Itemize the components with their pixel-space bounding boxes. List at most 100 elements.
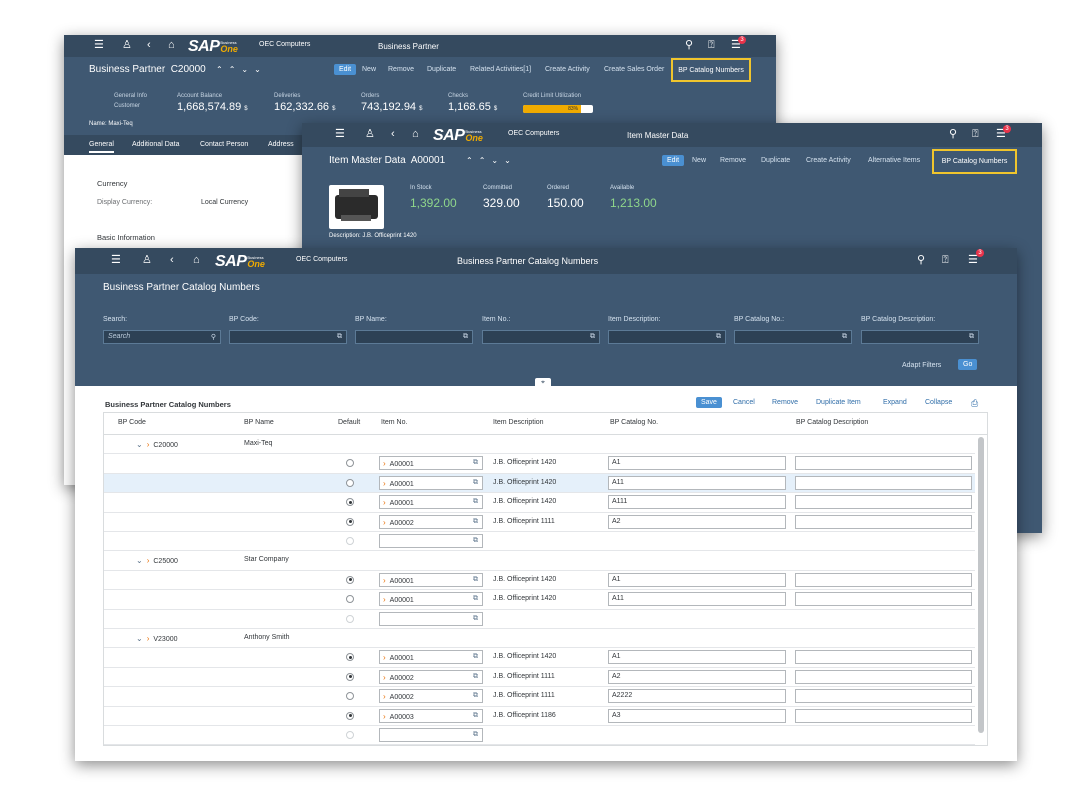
tab-contact-person[interactable]: Contact Person xyxy=(200,141,248,148)
bp-catalog-description-input[interactable] xyxy=(795,572,972,587)
related-activities-button[interactable]: Related Activities[1] xyxy=(470,66,531,73)
value-help-icon[interactable]: ⧉ xyxy=(590,333,595,341)
default-radio[interactable] xyxy=(346,595,354,604)
bp-catalog-no-input[interactable]: A2 xyxy=(608,669,786,684)
bp-catalog-description-input[interactable] xyxy=(795,495,972,510)
create-activity-button[interactable]: Create Activity xyxy=(545,66,590,73)
bp-catalog-no-input[interactable]: A1 xyxy=(608,650,786,665)
item-no-input[interactable]: ⧉ xyxy=(379,611,483,626)
item-no-input[interactable]: › A00001 ⧉ xyxy=(379,650,483,665)
value-help-icon[interactable]: ⧉ xyxy=(473,673,478,681)
filter-input[interactable]: ⧉ xyxy=(229,330,347,344)
tab-general[interactable]: General xyxy=(89,141,114,153)
new-button[interactable]: New xyxy=(362,66,376,73)
table-row[interactable]: › A00001 ⧉ J.B. Officeprint 1420 A1 xyxy=(104,454,975,474)
filter-input[interactable]: ⧉ xyxy=(355,330,473,344)
alternative-items-button[interactable]: Alternative Items xyxy=(868,157,920,164)
value-help-icon[interactable]: ⧉ xyxy=(473,692,478,700)
go-button[interactable]: Go xyxy=(958,359,978,370)
nav-arrows[interactable]: ⌃⌃⌄⌄ xyxy=(466,156,517,165)
value-help-icon[interactable]: ⧉ xyxy=(473,479,478,487)
bp-catalog-numbers-button[interactable]: BP Catalog Numbers xyxy=(932,149,1017,174)
remove-button[interactable]: Remove xyxy=(388,66,414,73)
bp-catalog-numbers-button[interactable]: BP Catalog Numbers xyxy=(671,58,751,82)
navigate-icon[interactable]: › xyxy=(383,595,386,604)
duplicate-button[interactable]: Duplicate xyxy=(761,157,790,164)
user-icon[interactable]: ♙ xyxy=(142,255,152,266)
value-help-icon[interactable]: ⧉ xyxy=(842,333,847,341)
col-item-no[interactable]: Item No. xyxy=(381,419,407,426)
table-row[interactable]: ⧉ xyxy=(104,726,975,745)
item-no-input[interactable]: › A00001 ⧉ xyxy=(379,592,483,607)
bp-catalog-no-input[interactable]: A2 xyxy=(608,514,786,529)
expand-icon[interactable]: ⌄ xyxy=(136,440,143,449)
back-icon[interactable]: ‹ xyxy=(147,40,151,51)
new-button[interactable]: New xyxy=(692,157,706,164)
home-icon[interactable]: ⌂ xyxy=(168,40,175,51)
col-default[interactable]: Default xyxy=(338,419,360,426)
edit-button[interactable]: Edit xyxy=(662,155,685,166)
table-row[interactable]: › A00003 ⧉ J.B. Officeprint 1186 A3 xyxy=(104,707,975,726)
create-activity-button[interactable]: Create Activity xyxy=(806,157,851,164)
value-help-icon[interactable]: ⧉ xyxy=(473,518,478,526)
value-help-icon[interactable]: ⧉ xyxy=(473,595,478,603)
notifications-icon[interactable]: ☰ xyxy=(968,255,978,266)
tab-additional-data[interactable]: Additional Data xyxy=(132,141,179,148)
item-no-input[interactable]: › A00003 ⧉ xyxy=(379,708,483,723)
home-icon[interactable]: ⌂ xyxy=(412,129,419,140)
table-row[interactable]: › A00002 ⧉ J.B. Officeprint 1111 A2222 xyxy=(104,687,975,707)
navigate-icon[interactable]: › xyxy=(383,576,386,585)
expand-button[interactable]: Expand xyxy=(883,399,907,406)
table-row[interactable]: › A00002 ⧉ J.B. Officeprint 1111 A2 xyxy=(104,668,975,688)
group-row[interactable]: ⌄ › V23000 Anthony Smith xyxy=(104,629,975,649)
bp-catalog-description-input[interactable] xyxy=(795,650,972,665)
bp-catalog-description-input[interactable] xyxy=(795,456,972,471)
item-no-input[interactable]: ⧉ xyxy=(379,728,483,742)
help-icon[interactable]: ⍰ xyxy=(972,129,979,140)
bp-catalog-description-input[interactable] xyxy=(795,592,972,607)
filter-input[interactable]: ⧉ xyxy=(734,330,852,344)
item-no-input[interactable]: › A00002 ⧉ xyxy=(379,514,483,529)
default-radio[interactable] xyxy=(346,517,354,526)
item-no-input[interactable]: › A00001 ⧉ xyxy=(379,456,483,471)
duplicate-item-button[interactable]: Duplicate Item xyxy=(816,399,861,406)
table-settings-icon[interactable]: ⎙ xyxy=(971,398,978,409)
table-row[interactable]: › A00001 ⧉ J.B. Officeprint 1420 A111 xyxy=(104,493,975,513)
value-help-icon[interactable]: ⧉ xyxy=(473,615,478,623)
nav-arrows[interactable]: ⌃⌃⌄⌄ xyxy=(216,65,267,74)
remove-button[interactable]: Remove xyxy=(720,157,746,164)
item-no-input[interactable]: › A00001 ⧉ xyxy=(379,572,483,587)
back-icon[interactable]: ‹ xyxy=(391,129,395,140)
value-help-icon[interactable]: ⧉ xyxy=(337,333,342,341)
table-row[interactable]: › A00001 ⧉ J.B. Officeprint 1420 A11 xyxy=(104,590,975,610)
help-icon[interactable]: ⍰ xyxy=(942,255,949,266)
group-row[interactable]: ⌄ › C20000 Maxi-Teq xyxy=(104,435,975,455)
item-no-input[interactable]: › A00001 ⧉ xyxy=(379,495,483,510)
cancel-button[interactable]: Cancel xyxy=(733,399,755,406)
filter-input[interactable]: ⧉ xyxy=(861,330,979,344)
back-icon[interactable]: ‹ xyxy=(170,255,174,266)
navigate-icon[interactable]: › xyxy=(147,556,150,565)
bp-catalog-description-input[interactable] xyxy=(795,514,972,529)
table-row[interactable]: ⧉ xyxy=(104,532,975,552)
default-radio[interactable] xyxy=(346,537,354,545)
bp-catalog-description-input[interactable] xyxy=(795,669,972,684)
table-row[interactable]: › A00001 ⧉ J.B. Officeprint 1420 A1 xyxy=(104,648,975,668)
value-help-icon[interactable]: ⧉ xyxy=(969,333,974,341)
bp-catalog-no-input[interactable]: A1 xyxy=(608,456,786,471)
col-item-description[interactable]: Item Description xyxy=(493,419,544,426)
group-row[interactable]: ⌄ › C25000 Star Company xyxy=(104,551,975,571)
bp-catalog-description-input[interactable] xyxy=(795,475,972,490)
value-help-icon[interactable]: ⧉ xyxy=(473,653,478,661)
col-bp-catalog-no[interactable]: BP Catalog No. xyxy=(610,419,658,426)
search-icon[interactable]: ⚲ xyxy=(211,333,216,341)
navigate-icon[interactable]: › xyxy=(383,518,386,527)
remove-button[interactable]: Remove xyxy=(772,399,798,406)
collapse-button[interactable]: Collapse xyxy=(925,399,952,406)
col-bp-catalog-description[interactable]: BP Catalog Description xyxy=(796,419,868,426)
default-radio[interactable] xyxy=(346,692,354,701)
bp-catalog-no-input[interactable]: A3 xyxy=(608,708,786,723)
vertical-scrollbar[interactable] xyxy=(978,437,984,733)
tab-address[interactable]: Address xyxy=(268,141,294,148)
item-no-input[interactable]: › A00001 ⧉ xyxy=(379,475,483,490)
